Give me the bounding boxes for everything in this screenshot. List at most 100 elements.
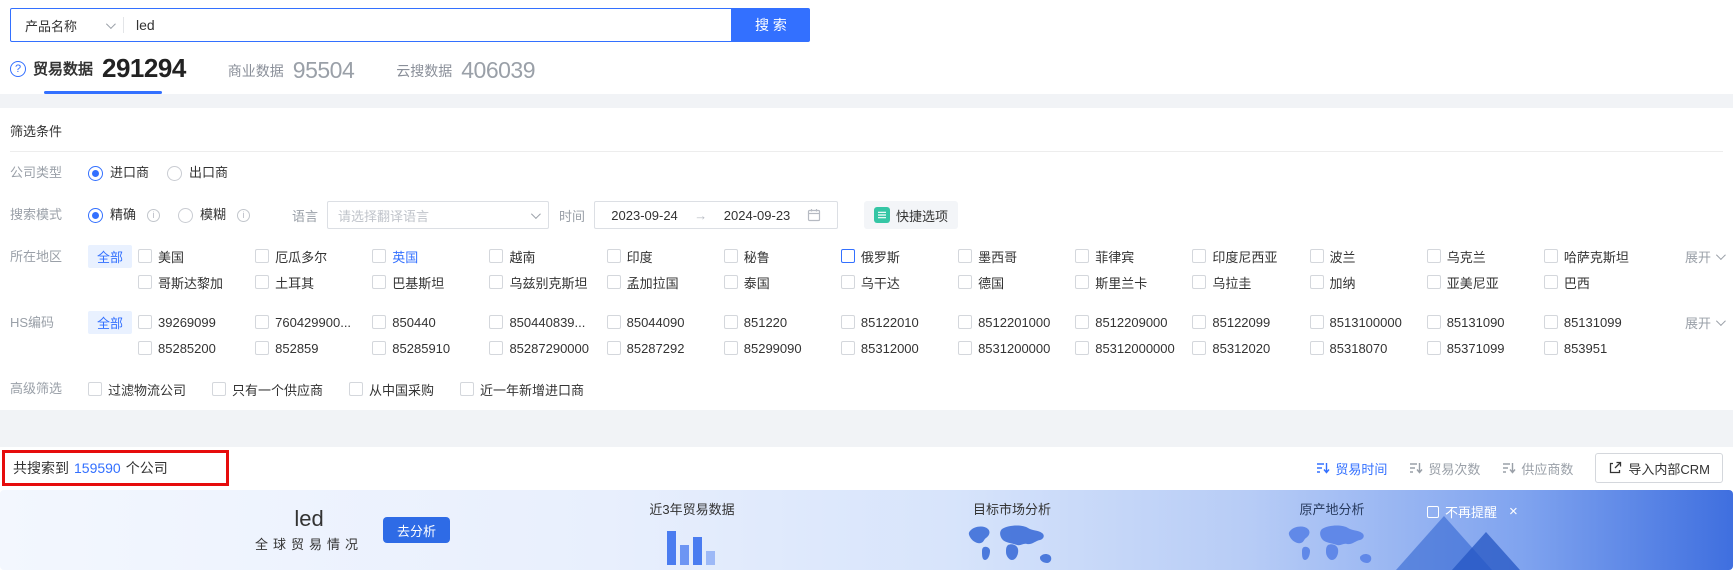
checkbox-icon[interactable]: [1426, 341, 1441, 355]
checkbox-icon[interactable]: [723, 249, 738, 263]
checkbox-icon[interactable]: [958, 275, 973, 289]
hs-checkbox-item[interactable]: 39269099: [138, 315, 255, 330]
advanced-checkbox-item[interactable]: 从中国采购: [349, 380, 434, 399]
checkbox-icon[interactable]: [1192, 249, 1207, 263]
region-checkbox-item[interactable]: 厄瓜多尔: [255, 247, 372, 266]
hs-checkbox-item[interactable]: 85285200: [138, 341, 255, 356]
hs-checkbox-item[interactable]: 8512201000: [958, 315, 1075, 330]
hs-checkbox-item[interactable]: 8513100000: [1309, 315, 1427, 330]
quick-options-button[interactable]: 快捷选项: [864, 201, 959, 229]
checkbox-icon[interactable]: [1543, 341, 1558, 355]
checkbox-icon[interactable]: [372, 341, 387, 355]
hs-checkbox-item[interactable]: 85285910: [372, 341, 489, 356]
checkbox-icon[interactable]: [255, 315, 270, 329]
checkbox-icon[interactable]: [1543, 275, 1558, 289]
checkbox-icon[interactable]: [489, 275, 504, 289]
radio-fuzzy-mode[interactable]: 模糊 i: [178, 201, 251, 229]
hs-checkbox-item[interactable]: 85287290000: [489, 341, 606, 356]
hs-checkbox-item[interactable]: 85044090: [606, 315, 724, 330]
import-crm-button[interactable]: 导入内部CRM: [1595, 453, 1723, 483]
checkbox-icon[interactable]: [489, 315, 504, 329]
sort-trade-time[interactable]: 贸易时间: [1316, 459, 1387, 478]
advanced-checkbox-item[interactable]: 过滤物流公司: [88, 380, 186, 399]
region-all-tag[interactable]: 全部: [88, 244, 133, 268]
region-checkbox-item[interactable]: 土耳其: [255, 273, 372, 292]
region-checkbox-item[interactable]: 波兰: [1309, 247, 1427, 266]
radio-exporter[interactable]: 出口商: [167, 159, 228, 187]
hs-checkbox-item[interactable]: 85312020: [1192, 341, 1309, 356]
checkbox-icon[interactable]: [212, 382, 227, 396]
advanced-checkbox-item[interactable]: 只有一个供应商: [212, 380, 323, 399]
hs-checkbox-item[interactable]: 851220: [723, 315, 841, 330]
region-checkbox-item[interactable]: 哥斯达黎加: [138, 273, 255, 292]
hs-checkbox-item[interactable]: 850440: [372, 315, 489, 330]
checkbox-icon[interactable]: [1075, 315, 1090, 329]
checkbox-icon[interactable]: [138, 275, 152, 289]
hs-checkbox-item[interactable]: 853951: [1543, 341, 1661, 356]
checkbox-icon[interactable]: [1192, 275, 1207, 289]
hs-checkbox-item[interactable]: 8512209000: [1075, 315, 1192, 330]
search-input[interactable]: [124, 17, 731, 33]
hs-checkbox-item[interactable]: 85312000000: [1075, 341, 1192, 356]
hs-checkbox-item[interactable]: 85131090: [1426, 315, 1544, 330]
radio-exact-mode[interactable]: 精确 i: [88, 201, 161, 229]
date-range-picker[interactable]: 2023-09-24 → 2024-09-23: [594, 201, 839, 229]
checkbox-icon[interactable]: [606, 275, 621, 289]
advanced-checkbox-item[interactable]: 近一年新增进口商: [460, 380, 584, 399]
region-checkbox-item[interactable]: 哈萨克斯坦: [1543, 247, 1661, 266]
checkbox-icon[interactable]: [138, 315, 152, 329]
hs-checkbox-item[interactable]: 852859: [255, 341, 372, 356]
checkbox-icon[interactable]: [1075, 341, 1090, 355]
checkbox-icon[interactable]: [723, 315, 738, 329]
checkbox-icon[interactable]: [958, 249, 973, 263]
close-icon[interactable]: ×: [1509, 504, 1518, 519]
checkbox-icon[interactable]: [840, 341, 855, 355]
checkbox-icon[interactable]: [606, 315, 621, 329]
region-checkbox-item[interactable]: 孟加拉国: [606, 273, 724, 292]
region-checkbox-item[interactable]: 乌兹别克斯坦: [489, 273, 606, 292]
checkbox-icon[interactable]: [255, 341, 270, 355]
checkbox-icon[interactable]: [138, 341, 152, 355]
checkbox-icon[interactable]: [255, 249, 270, 263]
dismiss-checkbox[interactable]: [1427, 505, 1439, 518]
hs-checkbox-item[interactable]: 85371099: [1426, 341, 1544, 356]
checkbox-icon[interactable]: [840, 275, 855, 289]
checkbox-icon[interactable]: [840, 315, 855, 329]
language-select[interactable]: 请选择翻译语言: [327, 201, 550, 229]
region-checkbox-item[interactable]: 巴基斯坦: [372, 273, 489, 292]
checkbox-icon[interactable]: [1075, 249, 1090, 263]
checkbox-icon[interactable]: [489, 249, 504, 263]
region-checkbox-item[interactable]: 美国: [138, 247, 255, 266]
region-checkbox-item[interactable]: 加纳: [1309, 273, 1427, 292]
checkbox-icon[interactable]: [958, 341, 973, 355]
hs-checkbox-item[interactable]: 85122010: [840, 315, 958, 330]
checkbox-icon[interactable]: [489, 341, 504, 355]
checkbox-icon[interactable]: [372, 275, 387, 289]
checkbox-icon[interactable]: [1309, 341, 1324, 355]
checkbox-icon[interactable]: [723, 275, 738, 289]
hs-checkbox-item[interactable]: 85312000: [840, 341, 958, 356]
region-checkbox-item[interactable]: 德国: [958, 273, 1075, 292]
checkbox-icon[interactable]: [723, 341, 738, 355]
region-checkbox-item[interactable]: 巴西: [1543, 273, 1661, 292]
analyze-button[interactable]: 去分析: [383, 517, 451, 543]
checkbox-icon[interactable]: [958, 315, 973, 329]
checkbox-icon[interactable]: [1075, 275, 1090, 289]
hs-checkbox-item[interactable]: 85318070: [1309, 341, 1427, 356]
checkbox-icon[interactable]: [349, 382, 364, 396]
region-checkbox-item[interactable]: 印度尼西亚: [1192, 247, 1309, 266]
checkbox-icon[interactable]: [88, 382, 102, 396]
region-checkbox-item[interactable]: 菲律宾: [1075, 247, 1192, 266]
region-checkbox-item[interactable]: 亚美尼亚: [1426, 273, 1544, 292]
region-checkbox-item[interactable]: 印度: [606, 247, 724, 266]
region-checkbox-item[interactable]: 斯里兰卡: [1075, 273, 1192, 292]
checkbox-icon[interactable]: [1426, 275, 1441, 289]
sort-trade-count[interactable]: 贸易次数: [1409, 459, 1480, 478]
checkbox-icon[interactable]: [138, 249, 152, 263]
checkbox-icon[interactable]: [460, 382, 475, 396]
tab-cloud-data[interactable]: 云搜数据 406039: [396, 57, 535, 94]
checkbox-icon[interactable]: [606, 249, 621, 263]
hs-checkbox-item[interactable]: 85287292: [606, 341, 724, 356]
checkbox-icon[interactable]: [255, 275, 270, 289]
tab-trade-data[interactable]: ? 贸易数据 291294: [10, 53, 186, 94]
